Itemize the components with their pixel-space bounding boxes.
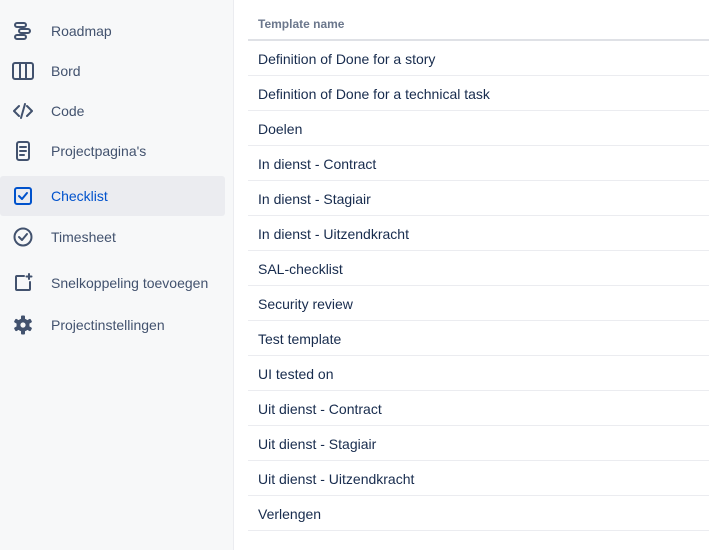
sidebar-item-label: Checklist (51, 188, 108, 204)
sidebar-item-label: Projectinstellingen (51, 317, 165, 333)
sidebar-item-label: Bord (51, 63, 81, 79)
table-row[interactable]: Security review (248, 286, 709, 321)
sidebar-item-bord[interactable]: Bord (0, 51, 225, 91)
sidebar-item-project-settings[interactable]: Projectinstellingen (0, 305, 225, 345)
add-shortcut-icon (12, 273, 34, 293)
sidebar-item-add-shortcut[interactable]: Snelkoppeling toevoegen (0, 263, 225, 303)
sidebar-item-label: Snelkoppeling toevoegen (51, 275, 209, 291)
table-row[interactable]: In dienst - Stagiair (248, 181, 709, 216)
sidebar-item-roadmap[interactable]: Roadmap (0, 11, 225, 51)
board-icon (12, 61, 34, 81)
sidebar-item-timesheet[interactable]: Timesheet (0, 217, 225, 257)
table-row[interactable]: SAL-checklist (248, 251, 709, 286)
sidebar-item-label: Code (51, 103, 85, 119)
table-row[interactable]: Uit dienst - Contract (248, 391, 709, 426)
timesheet-icon (12, 227, 34, 247)
table-row[interactable]: In dienst - Contract (248, 146, 709, 181)
project-sidebar: Roadmap Bord Code Projectpagina's Checkl… (0, 0, 234, 550)
code-icon (12, 101, 34, 121)
sidebar-item-label: Projectpagina's (51, 143, 147, 159)
table-row[interactable]: Verlengen (248, 496, 709, 531)
sidebar-item-checklist[interactable]: Checklist (0, 176, 225, 216)
table-row[interactable]: UI tested on (248, 356, 709, 391)
settings-gear-icon (12, 315, 34, 335)
sidebar-item-label: Timesheet (51, 229, 116, 245)
roadmap-icon (12, 21, 34, 41)
column-header-template-name[interactable]: Template name (248, 0, 709, 41)
table-row[interactable]: Doelen (248, 111, 709, 146)
sidebar-item-projectpaginas[interactable]: Projectpagina's (0, 131, 225, 171)
table-row[interactable]: Test template (248, 321, 709, 356)
template-table: Template name Definition of Done for a s… (248, 0, 709, 531)
table-row[interactable]: Uit dienst - Uitzendkracht (248, 461, 709, 496)
table-row[interactable]: Definition of Done for a story (248, 41, 709, 76)
table-row[interactable]: Uit dienst - Stagiair (248, 426, 709, 461)
table-row[interactable]: In dienst - Uitzendkracht (248, 216, 709, 251)
pages-icon (12, 141, 34, 161)
table-row[interactable]: Definition of Done for a technical task (248, 76, 709, 111)
sidebar-item-label: Roadmap (51, 23, 112, 39)
sidebar-item-code[interactable]: Code (0, 91, 225, 131)
checklist-icon (12, 186, 34, 206)
